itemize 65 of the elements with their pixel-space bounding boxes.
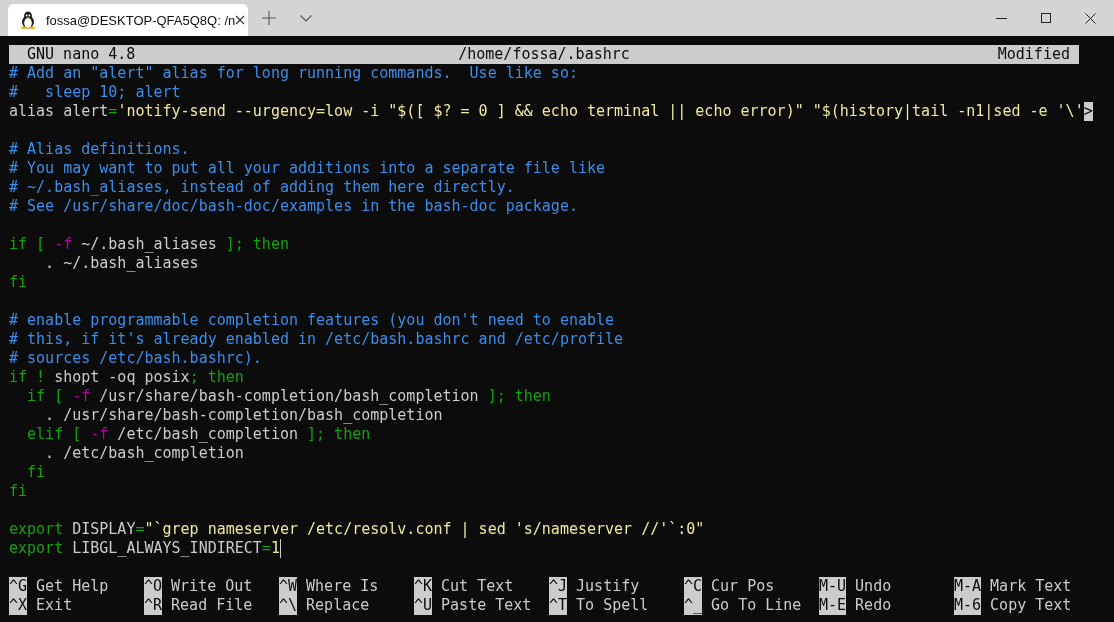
shortcut-key: M-6 <box>954 596 982 615</box>
shortcut-label: To Spell <box>576 596 649 615</box>
shortcut-key: M-U <box>819 577 847 596</box>
code-line: . /usr/share/bash-completion/bash_completion <box>44 406 443 425</box>
shortcut-label: Read File <box>171 596 253 615</box>
code-line: if [ -f ~/.bash_aliases ]; then <box>9 235 289 254</box>
shortcut-label: Exit <box>36 596 73 615</box>
close-icon[interactable] <box>235 15 246 25</box>
shortcut-key: ^X <box>9 596 28 615</box>
code-line: # You may want to put all your additions into a separate file like <box>9 159 606 178</box>
code-line: fi <box>9 482 28 501</box>
code-line: # sleep 10; alert <box>9 83 181 102</box>
code-line: # ~/.bash_aliases, instead of adding them here directly. <box>9 178 515 197</box>
shortcut-key: ^O <box>144 577 163 596</box>
shortcut-key: ^K <box>414 577 433 596</box>
shortcut-key: M-A <box>954 577 982 596</box>
shortcut-key: ^\ <box>279 596 298 615</box>
code-line: export DISPLAY="`grep nameserver /etc/resolv.conf | sed 's/nameserver //'`:0" <box>9 520 705 539</box>
shortcut-label: Redo <box>855 596 892 615</box>
shortcut-key: ^T <box>549 596 568 615</box>
code-line: # sources /etc/bash.bashrc). <box>9 349 262 368</box>
shortcut-key: ^W <box>279 577 298 596</box>
shortcut-label: Get Help <box>36 577 109 596</box>
shortcut-label: Cut Text <box>441 577 514 596</box>
code-line: . ~/.bash_aliases <box>44 254 199 273</box>
shortcut-label: Paste Text <box>441 596 532 615</box>
close-icon[interactable] <box>1085 12 1096 24</box>
shortcut-key: ^U <box>414 596 433 615</box>
shortcut-label: Go To Line <box>711 596 802 615</box>
code-line: # See /usr/share/doc/bash-doc/examples in the bash-doc package. <box>9 197 578 216</box>
shortcut-key: M-E <box>819 596 847 615</box>
modified-status: Modified <box>997 45 1071 64</box>
code-line: elif [ -f /etc/bash_completion ]; then <box>26 425 371 444</box>
code-line: export LIBGL_ALWAYS_INDIRECT=1 <box>9 539 280 558</box>
shortcut-label: Where Is <box>306 577 379 596</box>
shortcut-key: ^C <box>684 577 703 596</box>
code-line: if ! shopt -oq posix; then <box>9 368 244 387</box>
shortcut-label: Cur Pos <box>711 577 775 596</box>
nano-version: GNU nano 4.8 <box>26 45 136 64</box>
code-line: if [ -f /usr/share/bash-completion/bash_completion ]; then <box>26 387 551 406</box>
code-line: alias alert='notify-send --urgency=low -i "$([ $? = 0 ] && echo terminal || echo error)" "$(history|tail -n1|sed -e '\' <box>9 102 1084 121</box>
code-line: . /etc/bash_completion <box>44 444 244 463</box>
shortcut-label: Undo <box>855 577 892 596</box>
shortcut-key: ^R <box>144 596 163 615</box>
shortcut-key: ^G <box>9 577 28 596</box>
overflow-marker: > <box>1083 102 1093 121</box>
code-line: # Add an "alert" alias for long running commands. Use like so: <box>9 64 578 83</box>
shortcut-label: Replace <box>306 596 370 615</box>
shortcut-label: Justify <box>576 577 640 596</box>
chevron-down-icon[interactable] <box>300 14 312 22</box>
code-line: # enable programmable completion features (you don't need to enable <box>9 311 615 330</box>
shortcut-key: ^J <box>549 577 568 596</box>
shortcut-label: Write Out <box>171 577 253 596</box>
shortcut-label: Mark Text <box>990 577 1072 596</box>
maximize-icon[interactable] <box>1041 13 1051 23</box>
code-line: fi <box>26 463 46 482</box>
penguin-icon <box>20 11 36 29</box>
shortcut-label: Copy Text <box>990 596 1072 615</box>
code-line: fi <box>9 273 28 292</box>
minimize-icon[interactable] <box>996 17 1007 19</box>
shortcut-key: ^_ <box>684 596 703 615</box>
code-line: # this, if it's already enabled in /etc/bash.bashrc and /etc/profile <box>9 330 624 349</box>
code-line: # Alias definitions. <box>9 140 190 159</box>
file-path: /home/fossa/.bashrc <box>458 45 630 64</box>
terminal-tab[interactable]: fossa@DESKTOP-QFA5Q8Q: /n <box>8 4 248 36</box>
